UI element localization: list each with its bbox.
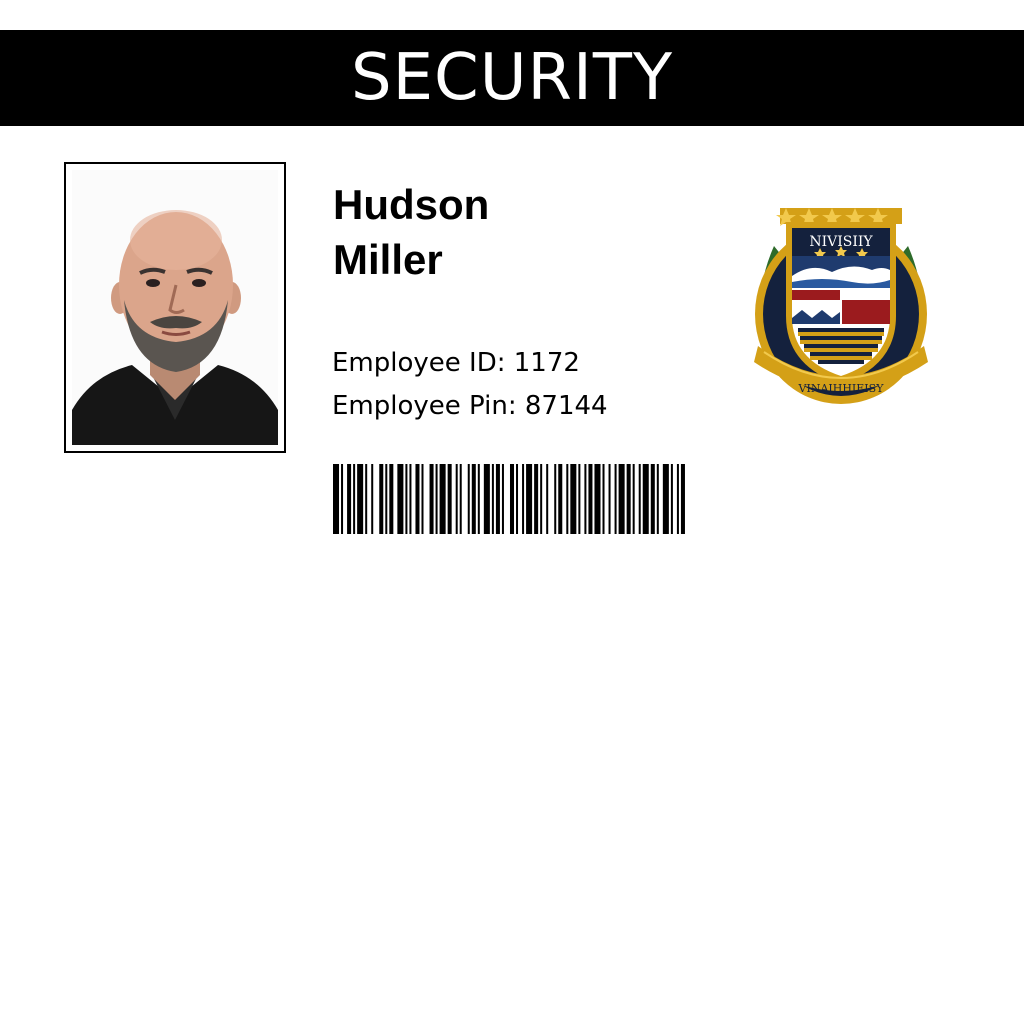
barcode-bar (459, 464, 462, 534)
barcode-bar (656, 464, 659, 534)
barcode-bar (397, 464, 404, 534)
barcode-bar (650, 464, 655, 534)
barcode-bar (602, 464, 605, 534)
barcode-bar (495, 464, 500, 534)
id-card: SECURITY Hudson Miller Employee ID: 1172… (0, 0, 1024, 1024)
barcode-bar (626, 464, 631, 534)
barcode-bar (588, 464, 593, 534)
barcode-bar (435, 464, 438, 534)
barcode-bar (357, 464, 364, 534)
emblem-bottom-text: VINAIHHIEISY (798, 382, 885, 395)
barcode-bar (389, 464, 394, 534)
barcode-bar (347, 464, 352, 534)
header-title: SECURITY (350, 41, 674, 115)
barcode-bar (467, 464, 470, 534)
barcode-bar (409, 464, 412, 534)
barcode-bar (632, 464, 635, 534)
barcode-bar (333, 464, 340, 534)
barcode-bar (608, 464, 611, 534)
barcode-bar (483, 464, 490, 534)
barcode-bar (455, 464, 458, 534)
barcode-bar (526, 464, 533, 534)
barcode-bar (614, 464, 617, 534)
barcode-bar (509, 464, 515, 534)
barcode-bar (415, 464, 420, 534)
employee-pin: Employee Pin: 87144 (332, 391, 608, 421)
barcode-bar (405, 464, 408, 534)
barcode-bar (546, 464, 549, 534)
barcode-bar (584, 464, 587, 534)
employee-last-name: Miller (333, 236, 443, 283)
barcode-bar (566, 464, 569, 534)
barcode-bar (670, 464, 673, 534)
header-bar: SECURITY (0, 30, 1024, 126)
barcode-bar (491, 464, 494, 534)
barcode-bar (371, 464, 374, 534)
barcode-bar (594, 464, 601, 534)
barcode-bar (662, 464, 669, 534)
security-emblem: NIVISIIY VINAIHHIEISY (754, 208, 928, 404)
barcode-bar (353, 464, 356, 534)
barcode-bar (516, 464, 519, 534)
barcode-bar (429, 464, 434, 534)
barcode-bar (439, 464, 446, 534)
barcode-bar (578, 464, 581, 534)
barcode-bar (477, 464, 480, 534)
barcode-bar (638, 464, 641, 534)
barcode (333, 464, 685, 534)
barcode-bar (365, 464, 368, 534)
employee-photo (64, 162, 286, 453)
employee-first-name: Hudson (333, 181, 490, 228)
barcode-bar (421, 464, 424, 534)
barcode-bar (558, 464, 563, 534)
barcode-bar (540, 464, 543, 534)
portrait-image (72, 170, 278, 445)
barcode-bar (447, 464, 452, 534)
barcode-bar (676, 464, 679, 534)
barcode-bar (341, 464, 344, 534)
barcode-bar (522, 464, 525, 534)
barcode-bar (642, 464, 649, 534)
barcode-bar (471, 464, 476, 534)
barcode-bar (379, 464, 384, 534)
barcode-bar (618, 464, 625, 534)
barcode-bar (385, 464, 388, 534)
barcode-bar (501, 464, 504, 534)
barcode-bar (570, 464, 577, 534)
barcode-bar (680, 464, 685, 534)
employee-id: Employee ID: 1172 (332, 348, 580, 378)
barcode-bar (534, 464, 539, 534)
barcode-bar (554, 464, 557, 534)
